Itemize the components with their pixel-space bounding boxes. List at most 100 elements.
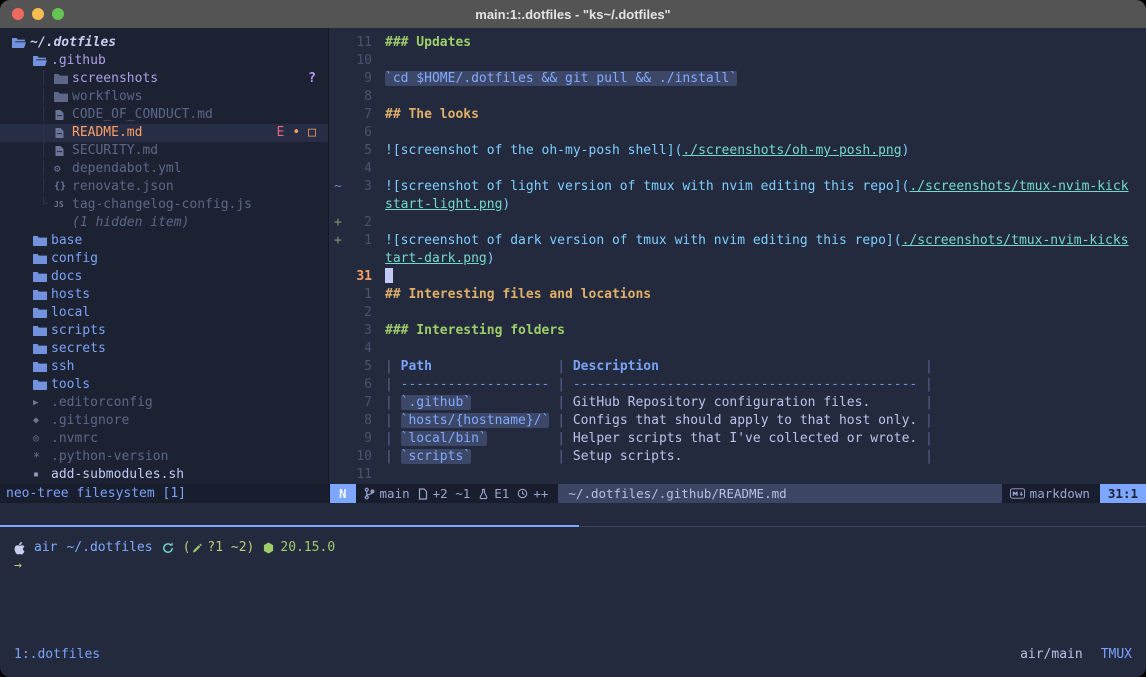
tree-item[interactable]: tools: [0, 376, 328, 394]
editor-line[interactable]: +1![screenshot of dark version of tmux w…: [330, 232, 1146, 250]
editor-line[interactable]: 3### Interesting folders: [330, 322, 1146, 340]
git-status-close: ): [247, 539, 255, 557]
editor-line[interactable]: 7## The looks: [330, 106, 1146, 124]
tmux-badge: TMUX: [1101, 647, 1132, 662]
pane-divider[interactable]: [0, 525, 1146, 527]
editor-line[interactable]: 5| Path | Description |: [330, 358, 1146, 376]
tree-item[interactable]: │CODE_OF_CONDUCT.md: [0, 106, 328, 124]
git-branch-icon: [364, 487, 375, 500]
editor-line[interactable]: 6| ------------------- | ---------------…: [330, 376, 1146, 394]
gutter-sign: ~: [330, 178, 348, 196]
editor-line[interactable]: ~3![screenshot of light version of tmux …: [330, 178, 1146, 196]
tree-item[interactable]: *.python-version: [0, 448, 328, 466]
tree-item[interactable]: config: [0, 250, 328, 268]
tree-item-label: base: [51, 232, 82, 250]
text-segment: ): [487, 251, 495, 266]
text-segment: `local/bin`: [401, 431, 487, 446]
editor-line[interactable]: +2: [330, 214, 1146, 232]
line-number: 4: [348, 340, 372, 358]
line-text: [385, 52, 1146, 70]
shell-pane[interactable]: air ~/.dotfiles ( ?1 ~2 ) 20.15.0 →: [0, 503, 1146, 640]
tree-item[interactable]: hosts: [0, 286, 328, 304]
tree-item[interactable]: ~/.dotfiles: [0, 34, 328, 52]
line-text: [385, 340, 1146, 358]
editor-line[interactable]: 4: [330, 160, 1146, 178]
editor-line[interactable]: 8: [330, 88, 1146, 106]
apple-icon: [14, 542, 25, 555]
tree-item[interactable]: (1 hidden item): [0, 214, 328, 232]
tree-guide: │: [33, 88, 54, 106]
editor-line[interactable]: 8| `hosts/{hostname}/` | Configs that sh…: [330, 412, 1146, 430]
line-text: ![screenshot of the oh-my-posh shell](./…: [385, 142, 1146, 160]
tree-item-label: local: [51, 304, 90, 322]
neotree-sidebar[interactable]: ~/.dotfiles.github│screenshots?│workflow…: [0, 28, 329, 484]
tree-item-label: config: [51, 250, 98, 268]
minimize-button[interactable]: [32, 8, 44, 20]
tree-item-label: .gitignore: [51, 412, 129, 430]
shell-prompt: air ~/.dotfiles ( ?1 ~2 ) 20.15.0: [14, 539, 335, 557]
tree-item-label: .github: [51, 52, 106, 70]
git-status-badges: E•□: [277, 124, 316, 142]
editor-line[interactable]: 5![screenshot of the oh-my-posh shell](.…: [330, 142, 1146, 160]
tree-item[interactable]: │workflows: [0, 88, 328, 106]
tree-item[interactable]: scripts: [0, 322, 328, 340]
nvim-statusline: N main +2 ~1 E1 ++ ~/.dotfiles/.gith: [330, 484, 1146, 503]
text-segment: ### Interesting folders: [385, 323, 565, 338]
editor-line[interactable]: 10: [330, 52, 1146, 70]
line-number: 8: [348, 412, 372, 430]
tree-item-label: README.md: [72, 124, 142, 142]
editor-line[interactable]: 7| `.github` | GitHub Repository configu…: [330, 394, 1146, 412]
tree-item[interactable]: │SECURITY.md: [0, 142, 328, 160]
editor-line[interactable]: 11: [330, 466, 1146, 484]
text-segment: [487, 431, 550, 446]
tree-item[interactable]: ▪add-submodules.sh: [0, 466, 328, 484]
editor-line[interactable]: 1 ## Interesting files and locations: [330, 286, 1146, 304]
diamond-icon: ◆: [33, 412, 51, 430]
editor-line[interactable]: 6: [330, 124, 1146, 142]
tree-item-label: dependabot.yml: [72, 160, 182, 178]
gutter-sign: [330, 88, 348, 106]
editor-line[interactable]: 11### Updates: [330, 34, 1146, 52]
text-segment: |: [385, 413, 401, 428]
editor-line[interactable]: 31: [330, 268, 1146, 286]
editor-line[interactable]: 9`cd $HOME/.dotfiles && git pull && ./in…: [330, 70, 1146, 88]
tree-item[interactable]: ▶.editorconfig: [0, 394, 328, 412]
git-refresh-icon: [162, 542, 174, 554]
tree-item[interactable]: ◆.gitignore: [0, 412, 328, 430]
line-number: 1: [348, 286, 372, 304]
editor-line[interactable]: 9| `local/bin` | Helper scripts that I'v…: [330, 430, 1146, 448]
zoom-button[interactable]: [52, 8, 64, 20]
tree-item[interactable]: ◎.nvmrc: [0, 430, 328, 448]
tree-item[interactable]: docs: [0, 268, 328, 286]
tree-item[interactable]: .github: [0, 52, 328, 70]
tree-item[interactable]: └JStag-changelog-config.js: [0, 196, 328, 214]
editor-line[interactable]: 2: [330, 304, 1146, 322]
gear-icon: ⚙: [54, 160, 72, 178]
editor-line[interactable]: start-light.png): [330, 196, 1146, 214]
tree-item[interactable]: local: [0, 304, 328, 322]
prompt-symbol[interactable]: →: [14, 557, 22, 575]
text-segment: ./screenshots/tmux-nvim-kicks: [902, 233, 1129, 248]
close-button[interactable]: [12, 8, 24, 20]
tree-item[interactable]: ssh: [0, 358, 328, 376]
line-text: | ------------------- | ----------------…: [385, 376, 1146, 394]
tmux-window-tab[interactable]: 1:.dotfiles: [14, 647, 100, 662]
editor-line[interactable]: 4: [330, 340, 1146, 358]
tree-item[interactable]: │{}renovate.json: [0, 178, 328, 196]
line-text: [385, 214, 1146, 232]
tree-item[interactable]: base: [0, 232, 328, 250]
file-tree: ~/.dotfiles.github│screenshots?│workflow…: [0, 34, 328, 484]
editor-line[interactable]: 10| `scripts` | Setup scripts. |: [330, 448, 1146, 466]
tmux-host-branch: air/main: [1020, 647, 1083, 662]
tree-item[interactable]: │⚙dependabot.yml: [0, 160, 328, 178]
tree-item[interactable]: │README.mdE•□: [0, 124, 328, 142]
line-text: ## Interesting files and locations: [385, 286, 1146, 304]
editor-pane[interactable]: 11### Updates109`cd $HOME/.dotfiles && g…: [330, 28, 1146, 484]
text-segment: |: [385, 449, 401, 464]
tree-item[interactable]: │screenshots?: [0, 70, 328, 88]
text-segment: `hosts/{hostname}/`: [401, 413, 550, 428]
folder-open-icon: [33, 55, 51, 67]
editor-line[interactable]: tart-dark.png): [330, 250, 1146, 268]
tree-item[interactable]: secrets: [0, 340, 328, 358]
text-segment: Path: [401, 359, 432, 374]
